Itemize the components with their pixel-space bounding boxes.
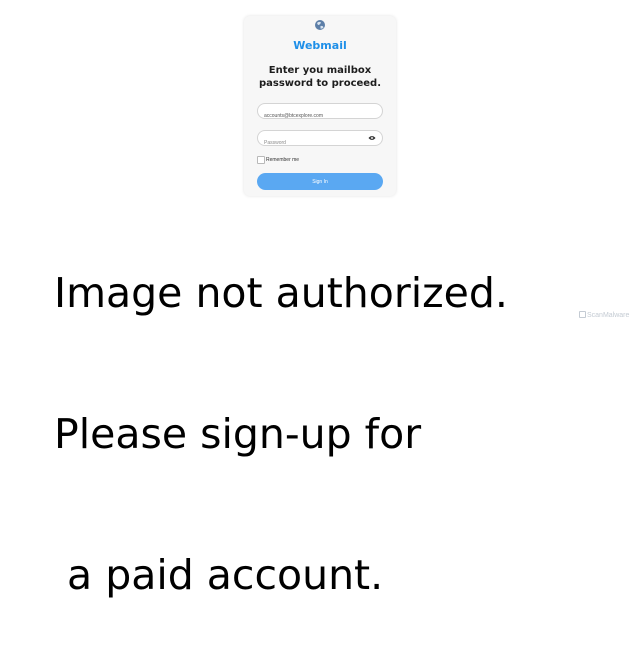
overlay-line-1: Image not authorized. bbox=[54, 269, 508, 317]
watermark-logo-icon bbox=[579, 311, 586, 318]
overlay-line-2: Please sign-up for bbox=[54, 410, 422, 458]
page-heading: Enter you mailbox password to proceed. bbox=[248, 64, 392, 90]
globe-icon bbox=[314, 19, 326, 31]
overlay-line-3: a paid account. bbox=[54, 551, 384, 599]
remember-me-checkbox[interactable] bbox=[257, 156, 265, 164]
email-field[interactable] bbox=[264, 109, 368, 123]
brand-title: Webmail bbox=[293, 39, 347, 52]
watermark: ScanMalware bbox=[579, 311, 629, 319]
eye-icon[interactable] bbox=[368, 135, 376, 141]
email-field-wrapper bbox=[257, 103, 383, 123]
password-field[interactable] bbox=[264, 136, 368, 150]
heading-line-2: password to proceed. bbox=[258, 78, 382, 89]
unauthorized-overlay-text: Image not authorized. Please sign-up for… bbox=[54, 176, 534, 646]
password-field-wrapper bbox=[257, 130, 383, 150]
remember-me-label: Remember me bbox=[266, 157, 300, 163]
heading-line-1: Enter you mailbox bbox=[268, 65, 372, 76]
login-card: Webmail Enter you mailbox password to pr… bbox=[244, 16, 396, 196]
watermark-text: ScanMalware bbox=[587, 312, 630, 319]
